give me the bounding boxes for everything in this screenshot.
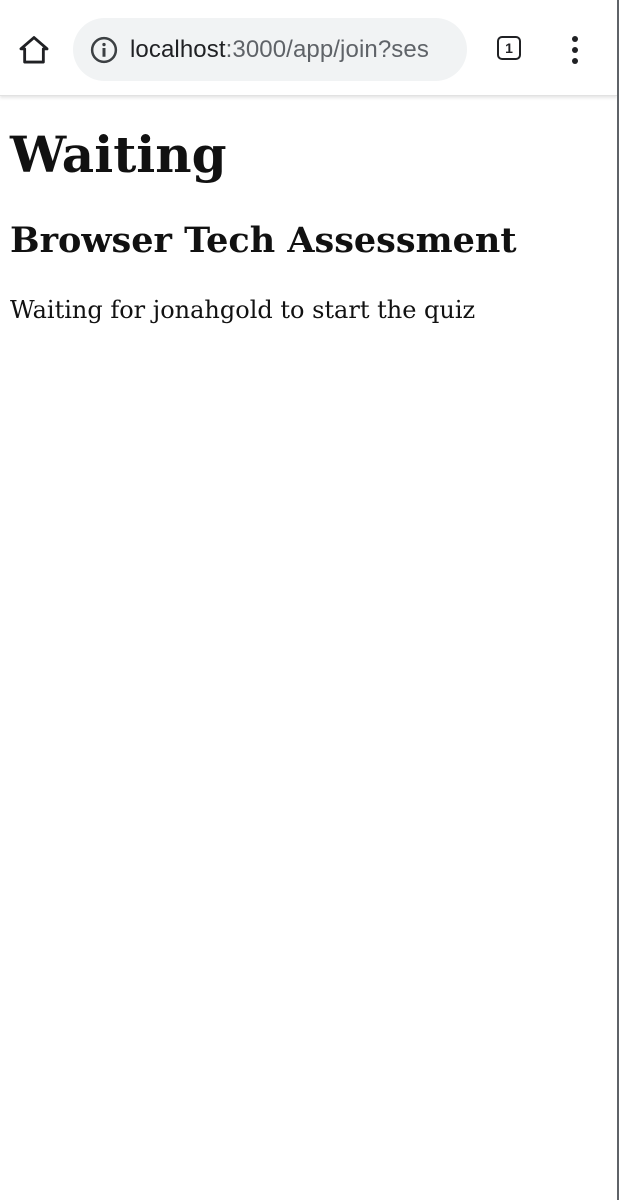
browser-toolbar: localhost:3000/app/join?ses 1 [0,0,617,96]
url-path: :3000/app/join?ses [225,36,429,63]
tab-switcher-icon: 1 [497,36,521,60]
info-icon[interactable] [89,35,119,65]
url-text[interactable]: localhost:3000/app/join?ses [130,18,429,81]
tab-count: 1 [505,40,513,56]
waiting-message: Waiting for jonahgold to start the quiz [10,296,476,324]
more-vert-icon [572,36,578,64]
page-subtitle: Browser Tech Assessment [10,220,517,261]
more-menu-button[interactable] [563,34,587,66]
home-icon [19,36,49,64]
home-button[interactable] [12,28,56,72]
address-bar[interactable]: localhost:3000/app/join?ses [73,18,467,81]
tab-switcher-button[interactable]: 1 [495,34,527,66]
page-title: Waiting [10,125,227,184]
url-host: localhost [130,36,226,63]
